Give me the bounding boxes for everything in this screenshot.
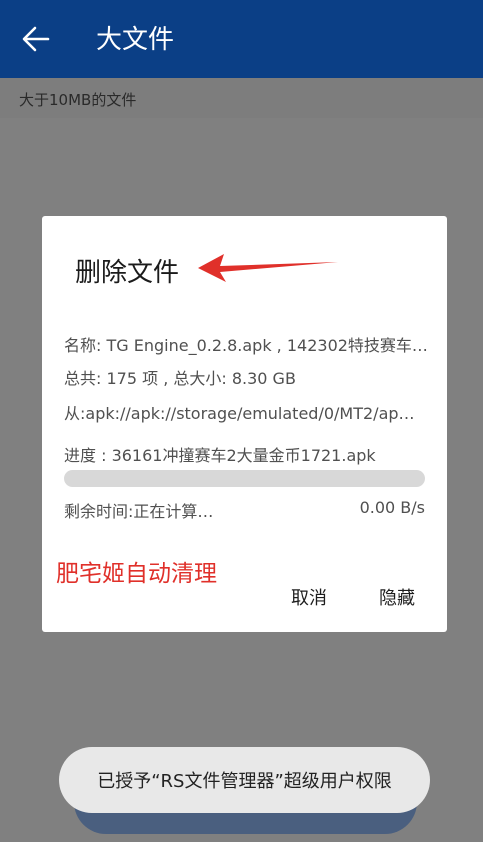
page-title: 大文件 xyxy=(96,25,175,55)
subheader-text: 大于10MB的文件 xyxy=(19,91,137,109)
dialog-from-line: 从:apk://apk://storage/emulated/0/MT2/ap… xyxy=(64,404,415,423)
remaining-time: 剩余时间:正在计算… xyxy=(64,502,214,521)
dialog-total-line: 总共: 175 项 , 总大小: 8.30 GB xyxy=(64,369,296,388)
cancel-button[interactable]: 取消 xyxy=(291,584,327,610)
dialog-name-line: 名称: TG Engine_0.2.8.apk , 142302特技赛车… xyxy=(64,336,428,355)
red-arrow-icon xyxy=(198,254,338,282)
arrow-left-icon xyxy=(22,26,50,52)
progress-bar xyxy=(64,470,425,487)
app-bar: 大文件 xyxy=(0,0,483,78)
delete-files-dialog: 删除文件 名称: TG Engine_0.2.8.apk , 142302特技赛… xyxy=(42,216,447,632)
toast-message: 已授予“RS文件管理器”超级用户权限 xyxy=(59,747,430,813)
dialog-title: 删除文件 xyxy=(75,258,180,288)
transfer-speed: 0.00 B/s xyxy=(359,498,425,517)
back-button[interactable] xyxy=(16,19,56,59)
red-annotation-text: 肥宅姬自动清理 xyxy=(56,561,217,587)
hide-button[interactable]: 隐藏 xyxy=(379,584,415,610)
dialog-progress-line: 进度 : 36161冲撞赛车2大量金币1721.apk xyxy=(64,446,376,465)
